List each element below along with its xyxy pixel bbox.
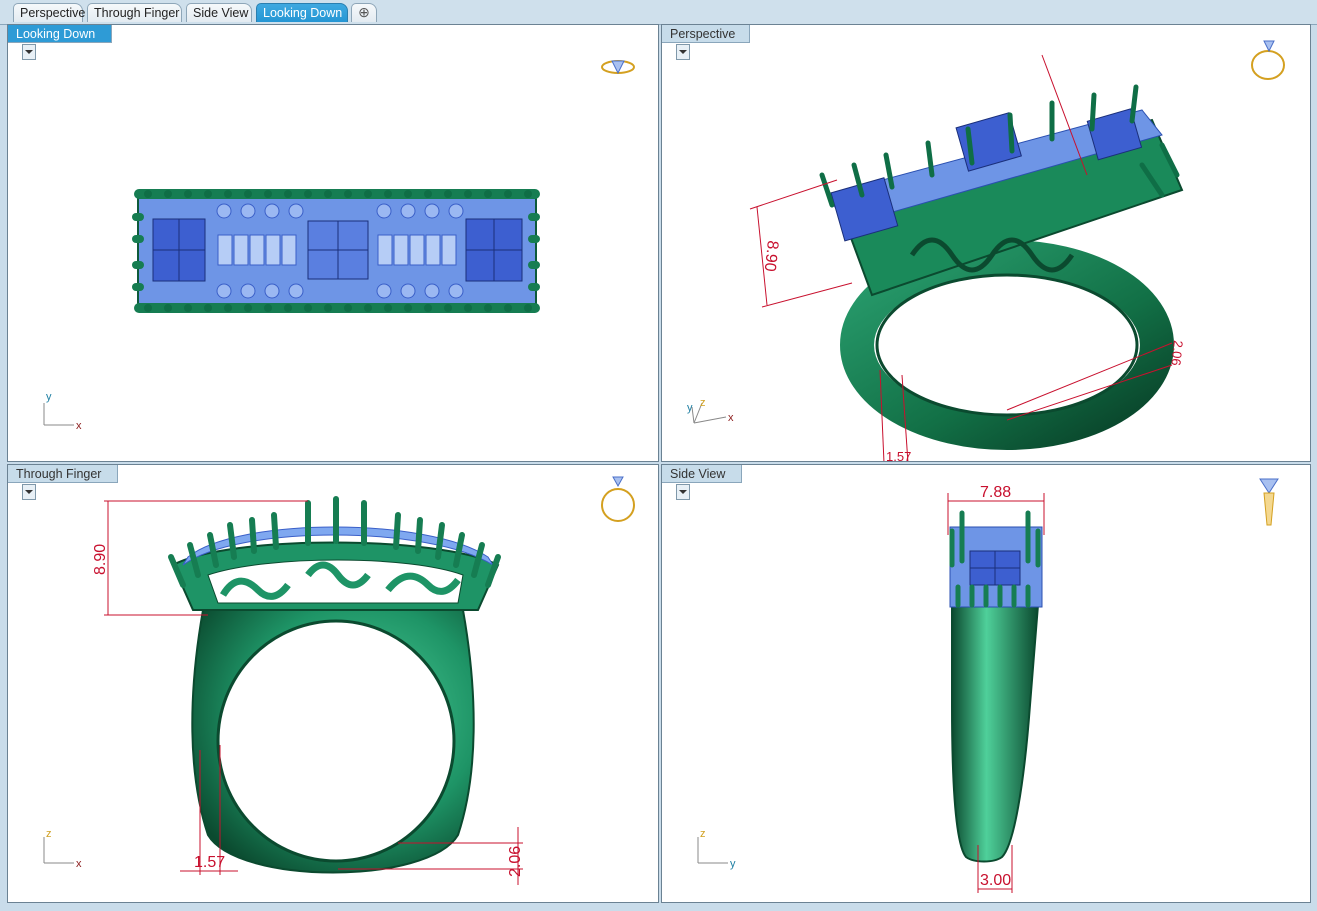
viewport-perspective[interactable]: 8.90 2.06 1.57 y z x Perspective	[661, 24, 1311, 462]
axis-x-label: x	[728, 412, 734, 424]
tab-through-finger[interactable]: Through Finger	[87, 3, 182, 22]
axis-gizmo: z y	[697, 828, 736, 870]
chevron-down-icon[interactable]	[676, 43, 690, 60]
viewport-tab-bar: Perspective Through Finger Side View Loo…	[0, 0, 1317, 25]
dimension-label: 8.90	[761, 240, 781, 273]
viewport-title-label: Side View	[670, 467, 726, 481]
axis-gizmo: z x	[43, 828, 82, 870]
axis-gizmo: y z x	[687, 397, 734, 424]
through-finger-canvas[interactable]: 8.90 1.57 2.06 z x	[8, 465, 659, 903]
axis-y-label: y	[730, 858, 736, 870]
axis-z-label: z	[46, 828, 52, 840]
ring-preview-icon	[601, 60, 635, 75]
dimension-label: 1.57	[886, 449, 911, 462]
dimension-label: 7.88	[980, 484, 1011, 501]
axis-z-label: z	[700, 828, 706, 840]
side-view-canvas[interactable]: 7.88 3.00 z y	[662, 465, 1311, 903]
viewport-title-looking-down[interactable]: Looking Down	[8, 25, 112, 60]
viewport-looking-down[interactable]: y x Looking Down	[7, 24, 659, 462]
tab-perspective[interactable]: Perspective	[13, 3, 85, 22]
viewport-title-label: Looking Down	[16, 27, 96, 41]
viewport-title-perspective[interactable]: Perspective	[662, 25, 750, 60]
ring-perspective-view	[819, 84, 1184, 450]
ring-top-view	[132, 189, 540, 313]
perspective-canvas[interactable]: 8.90 2.06 1.57 y z x	[662, 25, 1311, 462]
dimension-label: 1.57	[194, 854, 225, 871]
chevron-down-icon[interactable]	[22, 43, 36, 60]
add-tab-button[interactable]: ⊕	[351, 3, 377, 22]
axis-z-label: z	[700, 397, 706, 409]
viewport-title-label: Through Finger	[16, 467, 102, 481]
dimension-label: 8.90	[92, 544, 109, 575]
dimension-label: 2.06	[507, 846, 524, 877]
dimension-label: 3.00	[980, 872, 1011, 889]
axis-x-label: x	[76, 858, 82, 870]
looking-down-canvas[interactable]: y x	[8, 25, 659, 462]
ring-preview-icon	[1259, 478, 1279, 526]
axis-y-label: y	[46, 391, 52, 403]
chevron-down-icon[interactable]	[22, 483, 36, 500]
ring-side-view	[949, 510, 1043, 863]
axis-x-label: x	[76, 420, 82, 432]
viewport-title-through-finger[interactable]: Through Finger	[8, 465, 118, 500]
chevron-down-icon[interactable]	[676, 483, 690, 500]
axis-y-label: y	[687, 402, 693, 414]
ring-preview-icon	[601, 476, 635, 522]
dimension-label: 2.06	[1168, 340, 1186, 367]
viewport-through-finger[interactable]: 8.90 1.57 2.06 z x Through Finger	[7, 464, 659, 903]
ring-preview-icon	[1251, 40, 1285, 80]
axis-gizmo: y x	[43, 391, 82, 432]
viewport-title-side-view[interactable]: Side View	[662, 465, 742, 500]
tab-looking-down[interactable]: Looking Down	[256, 3, 348, 22]
viewport-side-view[interactable]: 7.88 3.00 z y Side View	[661, 464, 1311, 903]
tab-side-view[interactable]: Side View	[186, 3, 252, 22]
plus-icon: ⊕	[358, 4, 370, 20]
viewport-title-label: Perspective	[670, 27, 736, 41]
